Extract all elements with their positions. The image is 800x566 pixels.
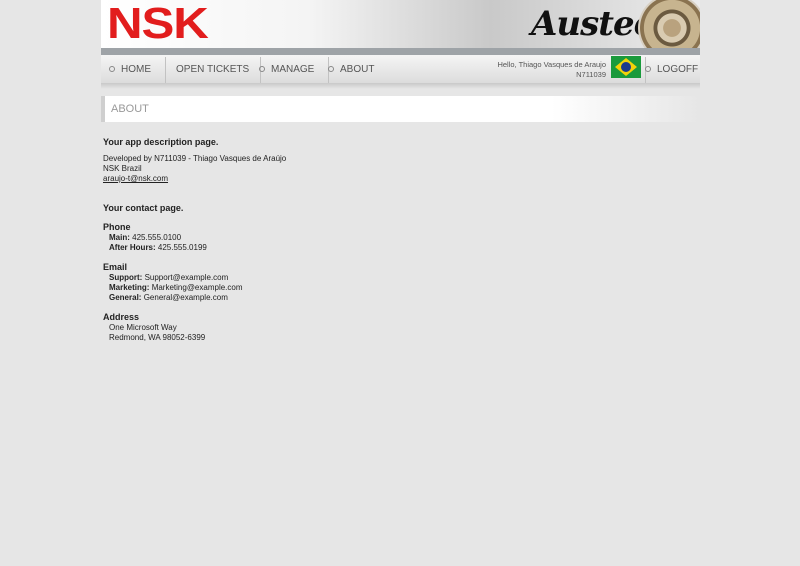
nav-logoff-label: LOGOFF (657, 63, 699, 75)
general-value[interactable]: General@example.com (144, 293, 228, 302)
general-label: General: (109, 293, 142, 302)
nav-bullet-icon (259, 66, 265, 72)
brazil-flag-icon[interactable] (611, 56, 641, 78)
nav-bullet-icon (645, 66, 651, 72)
phone-main: Main: 425.555.0100 (109, 233, 503, 243)
phone-after-label: After Hours: (109, 243, 156, 252)
about-heading: Your app description page. (103, 137, 219, 147)
developer-line: Developed by N711039 - Thiago Vasques de… (103, 154, 287, 163)
phone-main-label: Main: (109, 233, 130, 242)
nav-home[interactable]: HOME (109, 55, 151, 83)
nav-about[interactable]: ABOUT (328, 55, 374, 83)
section-header: ABOUT (101, 96, 700, 122)
company-line: NSK Brazil (103, 164, 142, 173)
nav-manage[interactable]: MANAGE (259, 55, 314, 83)
nav-logoff[interactable]: LOGOFF (645, 55, 698, 83)
bearing-image (638, 0, 700, 48)
email-heading: Email (103, 262, 128, 272)
header-banner: NSK Austec (101, 0, 700, 48)
nav-bullet-icon (328, 66, 334, 72)
address-line2: Redmond, WA 98052-6399 (109, 333, 206, 342)
main-nav: HOME OPEN TICKETS MANAGE ABOUT Hello, Th… (101, 55, 700, 83)
marketing-value[interactable]: Marketing@example.com (152, 283, 243, 292)
nav-bullet-icon (109, 66, 115, 72)
address-line1: One Microsoft Way (109, 323, 177, 332)
greeting-text: Hello, Thiago Vasques de Araujo (497, 60, 606, 69)
phone-after-value: 425.555.0199 (157, 243, 207, 252)
email-general: General: General@example.com (109, 293, 503, 303)
address-heading: Address (103, 312, 140, 322)
phone-main-value: 425.555.0100 (132, 233, 182, 242)
nsk-logo[interactable]: NSK (107, 2, 209, 46)
support-value[interactable]: Support@example.com (145, 273, 229, 282)
user-greeting: Hello, Thiago Vasques de Araujo N711039 (479, 60, 606, 80)
nav-open-tickets[interactable]: OPEN TICKETS (164, 55, 249, 83)
flag-globe (621, 62, 631, 72)
nav-open-tickets-label: OPEN TICKETS (176, 63, 250, 75)
nav-home-label: HOME (121, 63, 151, 75)
email-marketing: Marketing: Marketing@example.com (109, 283, 503, 293)
nav-about-label: ABOUT (340, 63, 375, 75)
developer-email-link[interactable]: araujo-t@nsk.com (103, 174, 168, 183)
phone-heading: Phone (103, 222, 131, 232)
austec-brand: Austec (531, 4, 654, 44)
header-divider (101, 48, 700, 55)
phone-after-hours: After Hours: 425.555.0199 (109, 243, 503, 253)
email-support: Support: Support@example.com (109, 273, 503, 283)
main-content: Your app description page. Developed by … (103, 137, 503, 343)
support-label: Support: (109, 273, 143, 282)
nav-shadow (101, 83, 700, 89)
user-id: N711039 (576, 70, 606, 79)
page-title: ABOUT (111, 103, 149, 115)
nav-manage-label: MANAGE (271, 63, 315, 75)
marketing-label: Marketing: (109, 283, 150, 292)
contact-heading: Your contact page. (103, 203, 184, 213)
